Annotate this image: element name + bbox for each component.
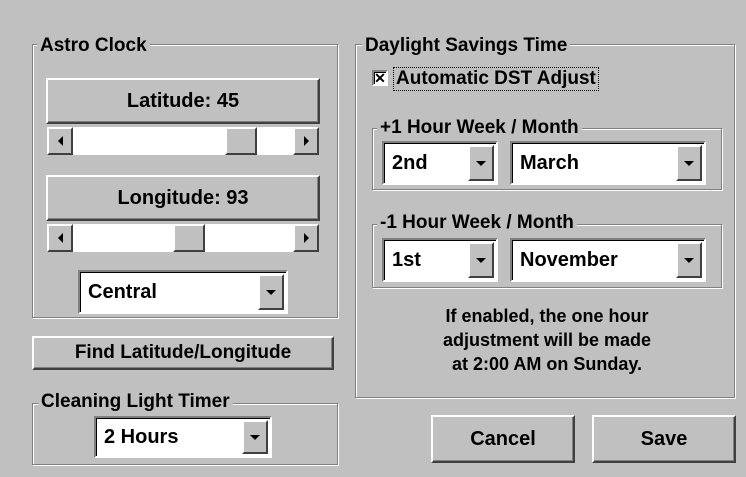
- dst-settings-dialog: Astro Clock Latitude: 45 Longitude: 93 C…: [0, 0, 746, 477]
- info-line: If enabled, the one hour: [445, 306, 649, 326]
- minus-hour-month-dropdown-button[interactable]: [676, 242, 702, 278]
- arrow-right-icon: [303, 233, 309, 243]
- minus-hour-month-value: November: [520, 248, 618, 271]
- minus-hour-week-value: 1st: [392, 248, 421, 271]
- minus-hour-legend: -1 Hour Week / Month: [377, 212, 577, 234]
- longitude-text: Longitude: 93: [117, 186, 249, 209]
- plus-hour-month-select[interactable]: March: [510, 141, 706, 185]
- checkbox-check-icon: ✕: [374, 70, 386, 86]
- longitude-scrollbar[interactable]: [46, 223, 320, 253]
- latitude-scroll-thumb[interactable]: [225, 127, 257, 155]
- chevron-down-icon: [684, 160, 694, 166]
- save-label: Save: [640, 427, 688, 450]
- find-lat-long-label: Find Latitude/Longitude: [74, 342, 292, 363]
- cleaning-timer-select[interactable]: 2 Hours: [94, 416, 272, 458]
- plus-hour-week-value: 2nd: [392, 151, 428, 174]
- latitude-scroll-left-button[interactable]: [47, 127, 73, 155]
- cancel-label: Cancel: [470, 427, 536, 450]
- plus-hour-month-value: March: [520, 151, 579, 174]
- minus-hour-week-dropdown-button[interactable]: [468, 242, 494, 278]
- timezone-dropdown-button[interactable]: [258, 274, 284, 310]
- longitude-scroll-thumb[interactable]: [173, 224, 205, 252]
- chevron-down-icon: [684, 257, 694, 263]
- arrow-left-icon: [57, 136, 63, 146]
- cleaning-timer-value: 2 Hours: [104, 425, 179, 448]
- latitude-text: Latitude: 45: [126, 89, 240, 112]
- plus-hour-week-select[interactable]: 2nd: [382, 141, 498, 185]
- find-lat-long-button[interactable]: Find Latitude/Longitude: [32, 336, 334, 370]
- plus-hour-legend: +1 Hour Week / Month: [377, 117, 582, 139]
- dst-legend: Daylight Savings Time: [362, 35, 571, 57]
- longitude-scroll-left-button[interactable]: [47, 224, 73, 252]
- chevron-down-icon: [476, 160, 486, 166]
- cleaning-timer-legend: Cleaning Light Timer: [38, 391, 233, 413]
- save-button[interactable]: Save: [592, 415, 736, 463]
- plus-hour-week-dropdown-button[interactable]: [468, 145, 494, 181]
- cleaning-timer-dropdown-button[interactable]: [242, 420, 268, 454]
- info-line: adjustment will be made: [442, 330, 652, 350]
- info-line: at 2:00 AM on Sunday.: [451, 354, 643, 374]
- auto-dst-checkbox[interactable]: ✕: [372, 70, 388, 86]
- minus-hour-week-select[interactable]: 1st: [382, 238, 498, 282]
- arrow-right-icon: [303, 136, 309, 146]
- plus-hour-month-dropdown-button[interactable]: [676, 145, 702, 181]
- chevron-down-icon: [266, 289, 276, 295]
- latitude-scroll-right-button[interactable]: [293, 127, 319, 155]
- auto-dst-label[interactable]: Automatic DST Adjust: [393, 67, 599, 91]
- latitude-label: Latitude: 45: [46, 78, 320, 124]
- minus-hour-month-select[interactable]: November: [510, 238, 706, 282]
- astro-clock-legend: Astro Clock: [37, 35, 150, 57]
- latitude-scrollbar[interactable]: [46, 126, 320, 156]
- timezone-select[interactable]: Central: [78, 270, 288, 314]
- chevron-down-icon: [250, 434, 260, 440]
- chevron-down-icon: [476, 257, 486, 263]
- dst-info-text: If enabled, the one hour adjustment will…: [372, 304, 722, 376]
- longitude-scroll-right-button[interactable]: [293, 224, 319, 252]
- longitude-label: Longitude: 93: [46, 175, 320, 221]
- arrow-left-icon: [57, 233, 63, 243]
- timezone-value: Central: [88, 280, 157, 303]
- cancel-button[interactable]: Cancel: [431, 415, 575, 463]
